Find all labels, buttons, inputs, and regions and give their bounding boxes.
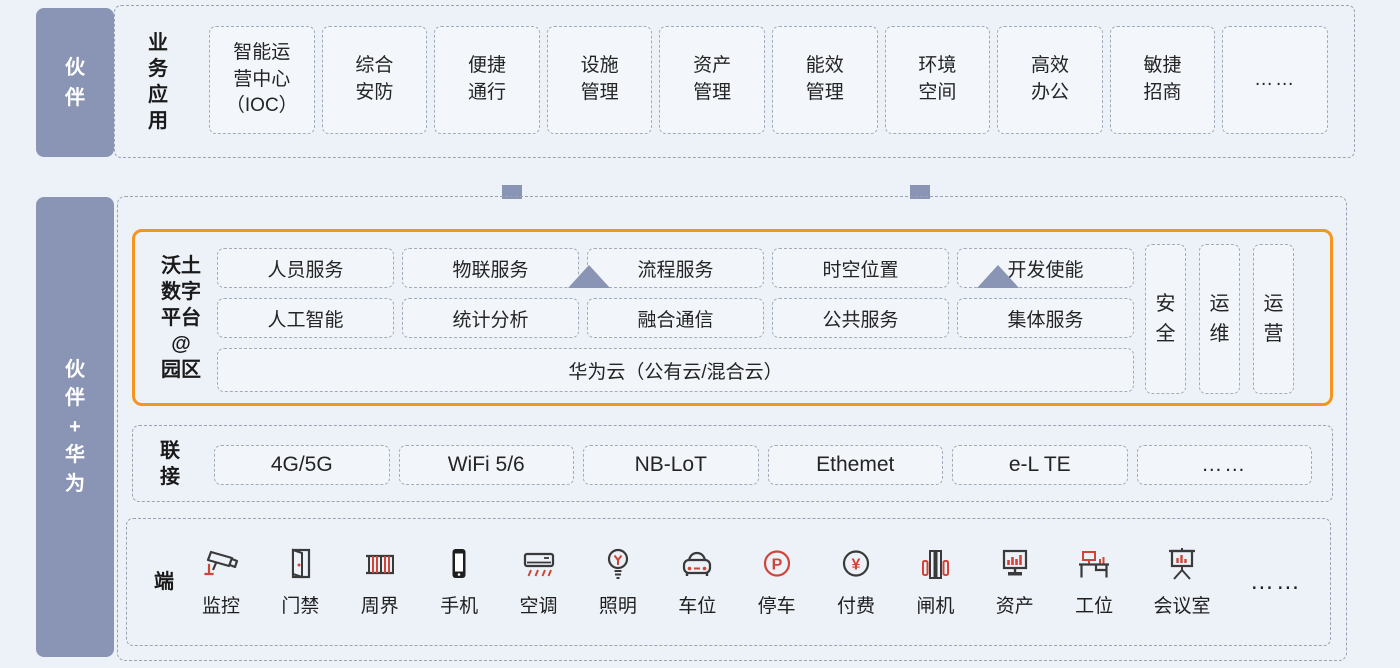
app-box-access: 便捷 通行 xyxy=(434,26,540,134)
service-box-personnel: 人员服务 xyxy=(217,248,394,288)
car-icon xyxy=(677,546,717,582)
connect-band: 联 接 4G/5G WiFi 5/6 NB-LoT Ethemet e-L TE… xyxy=(132,425,1333,502)
terminal-item-meeting-room: 会议室 xyxy=(1154,546,1211,618)
terminal-item-label: 工位 xyxy=(1075,591,1113,618)
link-box-more: …… xyxy=(1137,445,1313,485)
terminal-item-asset: 资产 xyxy=(995,546,1035,618)
mobile-phone-icon xyxy=(439,546,479,582)
turnstile-gate-icon xyxy=(915,546,955,582)
huawei-cloud-box: 华为云（公有云/混合云） xyxy=(217,348,1134,392)
air-conditioner-icon xyxy=(519,546,559,582)
terminal-item-label: 车位 xyxy=(678,591,716,618)
service-box-comms: 融合通信 xyxy=(587,298,764,338)
app-box-ioc: 智能运 营中心 （IOC） xyxy=(209,26,315,134)
link-box-ethernet: Ethemet xyxy=(768,445,944,485)
digital-platform-box: 沃土 数字 平台 @ 园区 人员服务 物联服务 流程服务 时空位置 开发使能 人… xyxy=(132,229,1333,406)
up-arrow-icon xyxy=(568,265,610,288)
link-box-4g5g: 4G/5G xyxy=(214,445,390,485)
terminal-item-monitoring: 监控 xyxy=(201,546,241,618)
terminal-item-label: 资产 xyxy=(996,591,1034,618)
terminal-item-label: 空调 xyxy=(519,591,557,618)
up-arrow-icon xyxy=(977,265,1019,288)
svg-text:¥: ¥ xyxy=(852,557,861,574)
terminal-item-label: 照明 xyxy=(599,591,637,618)
terminal-item-parking-space: 车位 xyxy=(677,546,717,618)
terminal-item-label: 闸机 xyxy=(916,591,954,618)
app-box-more: …… xyxy=(1222,26,1328,134)
app-box-energy: 能效 管理 xyxy=(772,26,878,134)
terminal-item-ac: 空调 xyxy=(519,546,559,618)
business-apps-label: 业 务 应 用 xyxy=(148,30,168,134)
terminal-item-gate: 闸机 xyxy=(915,546,955,618)
business-apps-band: 业 务 应 用 智能运 营中心 （IOC） 综合 安防 便捷 通行 设施 管理 … xyxy=(114,5,1355,158)
terminal-band: 端 监控 xyxy=(126,518,1331,646)
terminal-item-parking: P 停车 xyxy=(757,546,797,618)
app-box-investment: 敏捷 招商 xyxy=(1110,26,1216,134)
service-box-ai: 人工智能 xyxy=(217,298,394,338)
terminal-item-label: 周界 xyxy=(361,591,399,618)
app-box-asset: 资产 管理 xyxy=(659,26,765,134)
service-box-statistics: 统计分析 xyxy=(402,298,579,338)
pillar-security: 安 全 xyxy=(1145,244,1186,394)
terminal-item-label: 付费 xyxy=(837,591,875,618)
terminal-item-label: 手机 xyxy=(440,591,478,618)
service-box-public: 公共服务 xyxy=(772,298,949,338)
link-box-nbiot: NB-LoT xyxy=(583,445,759,485)
platform-services-row2: 人工智能 统计分析 融合通信 公共服务 集体服务 xyxy=(217,298,1134,338)
apps-row: 智能运 营中心 （IOC） 综合 安防 便捷 通行 设施 管理 资产 管理 能效… xyxy=(209,26,1328,134)
app-box-office: 高效 办公 xyxy=(997,26,1103,134)
app-box-environment: 环境 空间 xyxy=(885,26,991,134)
service-box-spacetime: 时空位置 xyxy=(772,248,949,288)
service-box-process: 流程服务 xyxy=(587,248,764,288)
architecture-diagram: 伙 伴 业 务 应 用 智能运 营中心 （IOC） 综合 安防 便捷 通行 设施… xyxy=(0,0,1400,668)
door-access-icon xyxy=(280,546,320,582)
terminal-item-lighting: 照明 xyxy=(598,546,638,618)
link-box-elte: e-L TE xyxy=(952,445,1128,485)
terminal-more-ellipsis: …… xyxy=(1250,568,1302,596)
service-box-collective: 集体服务 xyxy=(957,298,1134,338)
terminal-item-label: 会议室 xyxy=(1154,591,1211,618)
light-bulb-icon xyxy=(598,546,638,582)
asset-monitor-icon xyxy=(995,546,1035,582)
terminal-label: 端 xyxy=(154,569,174,595)
partner-huawei-pillar: 伙 伴 + 华 为 xyxy=(36,197,114,657)
yuan-payment-icon: ¥ xyxy=(836,546,876,582)
app-box-facility: 设施 管理 xyxy=(547,26,653,134)
terminal-item-label: 门禁 xyxy=(281,591,319,618)
terminal-item-perimeter: 周界 xyxy=(360,546,400,618)
partner-huawei-band: 沃土 数字 平台 @ 园区 人员服务 物联服务 流程服务 时空位置 开发使能 人… xyxy=(117,196,1347,661)
service-box-iot: 物联服务 xyxy=(402,248,579,288)
digital-platform-label: 沃土 数字 平台 @ 园区 xyxy=(159,253,203,383)
terminal-item-workstation: 工位 xyxy=(1074,546,1114,618)
cctv-camera-icon xyxy=(201,546,241,582)
parking-sign-icon: P xyxy=(757,546,797,582)
link-box-wifi: WiFi 5/6 xyxy=(399,445,575,485)
connect-row: 4G/5G WiFi 5/6 NB-LoT Ethemet e-L TE …… xyxy=(214,445,1312,485)
terminal-item-payment: ¥ 付费 xyxy=(836,546,876,618)
svg-text:P: P xyxy=(771,557,782,574)
terminal-item-label: 停车 xyxy=(758,591,796,618)
perimeter-fence-icon xyxy=(360,546,400,582)
platform-pillars: 安 全 运 维 运 营 xyxy=(1145,244,1294,394)
partner-pillar: 伙 伴 xyxy=(36,8,114,157)
terminal-item-phone: 手机 xyxy=(439,546,479,618)
terminal-item-door-access: 门禁 xyxy=(280,546,320,618)
workstation-desk-icon xyxy=(1074,546,1114,582)
pillar-om: 运 维 xyxy=(1199,244,1240,394)
terminal-row: 监控 门禁 周界 xyxy=(201,519,1302,645)
app-box-security: 综合 安防 xyxy=(322,26,428,134)
connect-label: 联 接 xyxy=(160,438,180,490)
pillar-operation: 运 营 xyxy=(1253,244,1294,394)
meeting-board-icon xyxy=(1162,546,1202,582)
terminal-item-label: 监控 xyxy=(202,591,240,618)
